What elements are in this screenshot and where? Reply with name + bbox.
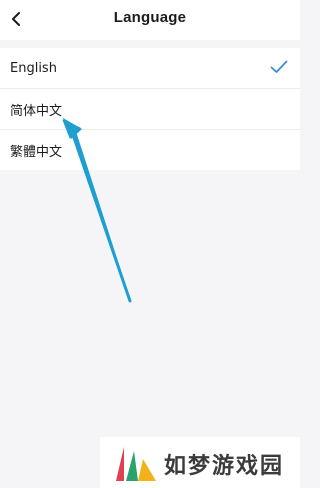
language-label: 简体中文 [10,103,63,119]
page-title: Language [113,9,187,26]
language-label: 繁體中文 [10,144,63,160]
sail-logo-icon [116,447,156,481]
watermark: 如梦游戏园 [100,437,300,488]
language-option-english[interactable]: English [0,48,300,89]
nav-bar: Language [0,0,300,40]
watermark-text: 如梦游戏园 [164,454,285,479]
checkmark-icon [270,60,288,73]
language-list: English 简体中文 繁體中文 [0,48,300,170]
language-option-simplified-chinese[interactable]: 简体中文 [0,89,300,130]
language-label: English [10,60,57,76]
language-option-traditional-chinese[interactable]: 繁體中文 [0,130,300,170]
